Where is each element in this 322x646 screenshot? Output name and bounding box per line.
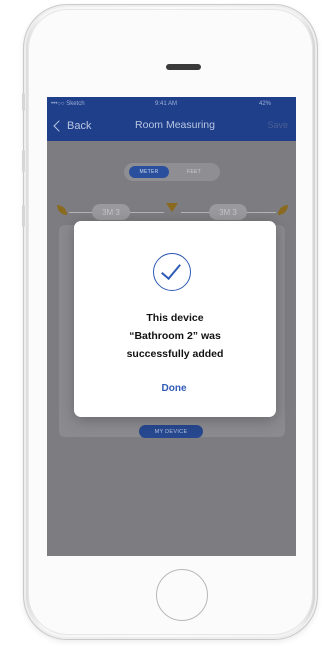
status-time: 9:41 AM <box>155 101 178 107</box>
back-button[interactable]: Back <box>53 118 92 134</box>
chevron-left-icon <box>53 120 65 132</box>
page-title: Room Measuring <box>135 119 215 131</box>
stage: •••○○ Sketch 9:41 AM 42% Back Room Measu… <box>0 0 322 646</box>
dialog-message-line1: This device <box>146 312 204 324</box>
volume-up-button <box>22 150 25 172</box>
device-marker-icon <box>166 203 178 212</box>
check-mark <box>161 259 181 280</box>
home-button[interactable] <box>156 569 208 621</box>
dialog-message-line3: successfully added <box>126 348 224 360</box>
status-battery: 42% <box>259 101 272 107</box>
status-bar: •••○○ Sketch 9:41 AM 42% <box>47 97 296 111</box>
unit-toggle[interactable]: METER FEET <box>124 163 220 181</box>
save-button[interactable]: Save <box>267 120 288 130</box>
leaf-icon <box>278 205 288 215</box>
done-button[interactable]: Done <box>134 383 214 394</box>
dialog-message-line2: “Bathroom 2” was <box>129 330 221 342</box>
measure-left: 3M 3 <box>92 204 130 220</box>
speaker-grille <box>166 64 201 70</box>
measure-right: 3M 3 <box>209 204 247 220</box>
back-label: Back <box>67 120 92 132</box>
status-carrier: •••○○ Sketch <box>51 101 85 107</box>
check-circle-icon <box>153 253 191 291</box>
volume-down-button <box>22 205 25 227</box>
nav-bar: Back Room Measuring Save <box>47 111 296 141</box>
dialog-message: This device “Bathroom 2” was successfull… <box>84 309 266 363</box>
unit-option-meter[interactable]: METER <box>129 166 169 178</box>
leaf-icon <box>57 205 67 215</box>
phone-screen: •••○○ Sketch 9:41 AM 42% Back Room Measu… <box>47 97 296 556</box>
unit-option-feet[interactable]: FEET <box>174 166 214 178</box>
my-device-button[interactable]: MY DEVICE <box>139 425 203 438</box>
mute-switch <box>22 93 25 111</box>
success-dialog: This device “Bathroom 2” was successfull… <box>74 221 276 417</box>
